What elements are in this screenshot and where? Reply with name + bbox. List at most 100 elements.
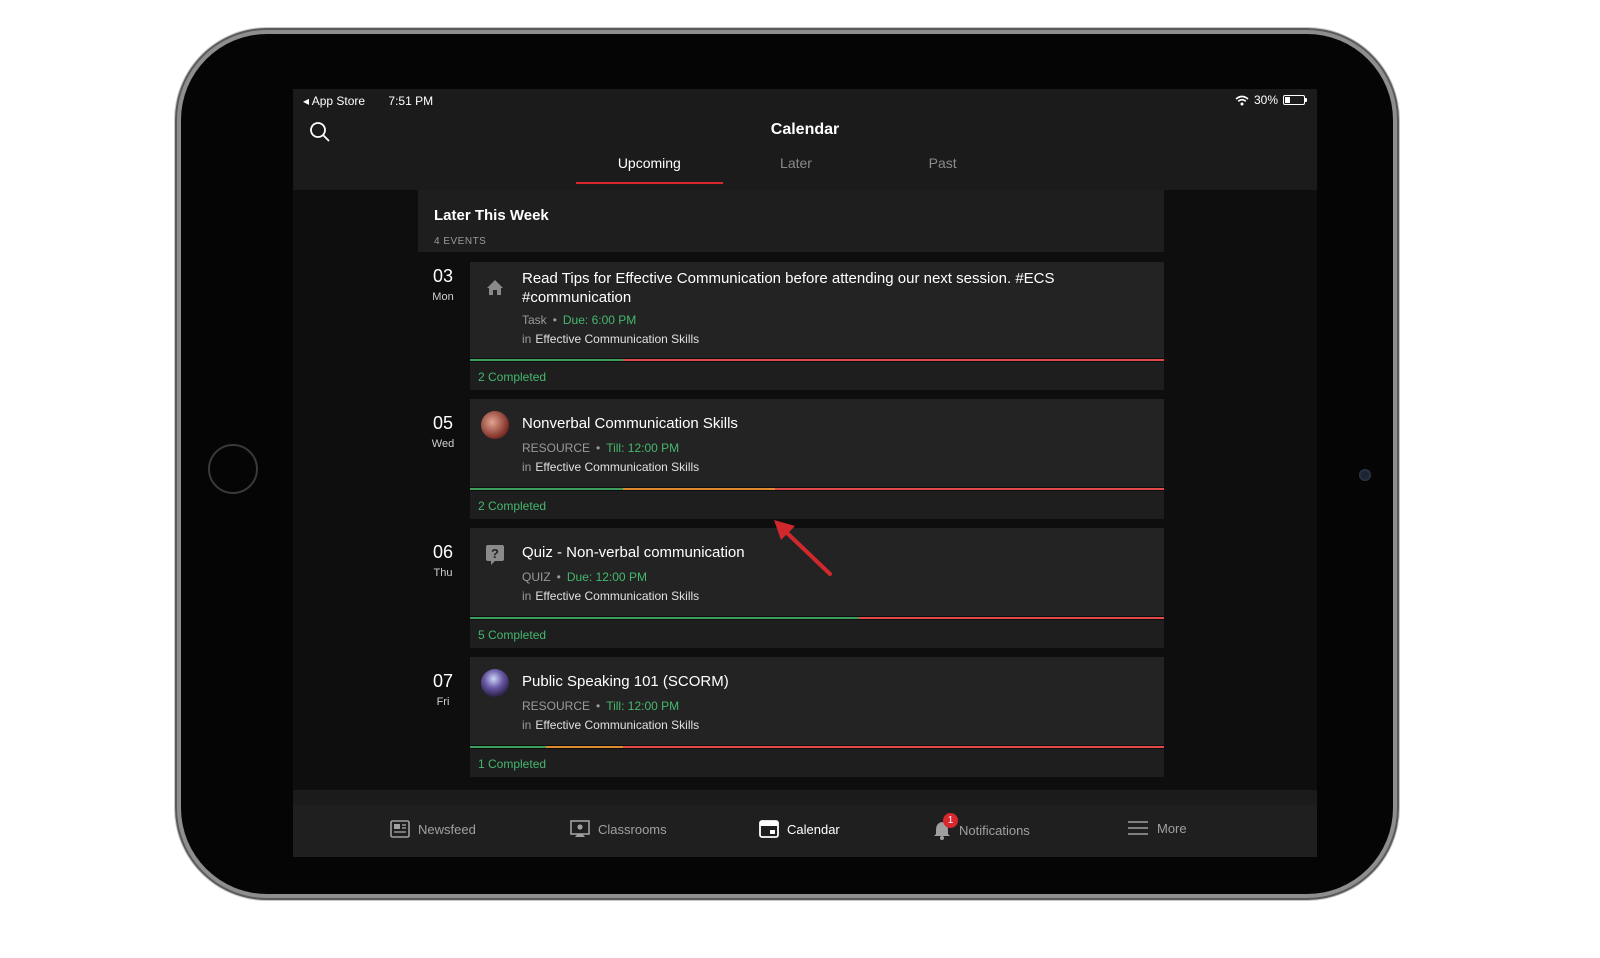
event-course: in Effective Communication Skills xyxy=(522,718,699,732)
nav-classrooms-label: Classrooms xyxy=(598,821,667,837)
classrooms-icon xyxy=(570,820,590,837)
progress-bar xyxy=(470,488,1164,490)
status-time: 7:51 PM xyxy=(388,94,434,108)
event-day: 05 xyxy=(432,413,454,433)
event-meta: RESOURCE • Till: 12:00 PM xyxy=(522,699,680,713)
event-title: Public Speaking 101 (SCORM) xyxy=(522,673,729,690)
nav-calendar[interactable]: Calendar xyxy=(759,820,840,838)
nav-more[interactable]: More xyxy=(1127,820,1187,836)
completed-count[interactable]: 5 Completed xyxy=(470,620,1164,648)
event-course: in Effective Communication Skills xyxy=(522,589,699,603)
calendar-tabs: Upcoming Later Past xyxy=(576,155,1016,184)
event-item: 06 Thu ? Quiz - Non-verbal communication… xyxy=(418,528,1164,648)
completed-label: 2 Completed xyxy=(478,499,547,513)
event-card[interactable]: Nonverbal Communication Skills RESOURCE •… xyxy=(470,399,1164,487)
nav-notifications[interactable]: 1 Notifications xyxy=(933,813,1030,840)
event-meta: QUIZ • Due: 12:00 PM xyxy=(522,570,647,584)
app-screen: ◂ App Store 7:51 PM 30% Calendar Upcomin… xyxy=(293,89,1317,857)
event-meta: RESOURCE • Till: 12:00 PM xyxy=(522,441,680,455)
menu-icon xyxy=(1128,821,1148,835)
event-title: Read Tips for Effective Communication be… xyxy=(522,270,1055,306)
battery-percent: 30% xyxy=(1253,93,1278,107)
event-date: 07 Fri xyxy=(418,671,468,708)
event-date: 05 Wed xyxy=(418,413,468,450)
newsfeed-icon xyxy=(390,820,410,838)
course-link[interactable]: Effective Communication Skills xyxy=(535,718,699,732)
event-day: 06 xyxy=(432,542,454,562)
event-card[interactable]: Public Speaking 101 (SCORM) RESOURCE • Til… xyxy=(470,657,1164,745)
bottom-nav: Newsfeed Classrooms Calendar 1 Notificat… xyxy=(293,805,1317,857)
events-count: 4 EVENTS xyxy=(434,236,487,247)
course-link[interactable]: Effective Communication Skills xyxy=(535,589,699,603)
event-date: 03 Mon xyxy=(418,266,468,303)
tab-later[interactable]: Later xyxy=(723,155,870,183)
event-time-label: Due: xyxy=(562,313,589,327)
event-item: 07 Fri Public Speaking 101 (SCORM) RESOU… xyxy=(418,657,1164,777)
event-weekday: Wed xyxy=(431,438,455,450)
event-weekday: Thu xyxy=(433,567,453,579)
event-weekday: Fri xyxy=(436,696,450,708)
event-time: 12:00 PM xyxy=(627,699,680,713)
event-type: Task xyxy=(522,313,547,327)
events-column: Later This Week 4 EVENTS 03 Mon Read Tip… xyxy=(418,190,1164,790)
section-header: Later This Week 4 EVENTS xyxy=(418,190,1164,252)
back-to-app-link[interactable]: ◂ App Store xyxy=(303,94,375,108)
wifi-icon xyxy=(1235,95,1249,105)
progress-bar xyxy=(470,359,1164,361)
course-link[interactable]: Effective Communication Skills xyxy=(535,460,699,474)
completed-count[interactable]: 2 Completed xyxy=(470,491,1164,519)
tab-upcoming[interactable]: Upcoming xyxy=(576,155,723,184)
event-time-label: Due: xyxy=(566,570,593,584)
completed-count[interactable]: 2 Completed xyxy=(470,362,1164,390)
event-weekday: Mon xyxy=(432,291,454,303)
tab-past[interactable]: Past xyxy=(869,155,1016,183)
notification-badge: 1 xyxy=(943,813,958,828)
nav-newsfeed[interactable]: Newsfeed xyxy=(390,820,476,838)
status-bar: ◂ App Store 7:51 PM 30% xyxy=(293,89,1317,111)
event-type: QUIZ xyxy=(522,570,551,584)
calendar-icon xyxy=(759,820,779,838)
event-card[interactable]: Read Tips for Effective Communication be… xyxy=(470,262,1164,358)
event-time: 12:00 PM xyxy=(595,570,647,584)
completed-label: 5 Completed xyxy=(478,628,547,642)
progress-bar xyxy=(470,617,1164,619)
course-link[interactable]: Effective Communication Skills xyxy=(535,332,699,346)
nav-calendar-label: Calendar xyxy=(787,821,840,837)
event-time: 6:00 PM xyxy=(591,313,637,327)
course-prefix: in xyxy=(522,589,532,603)
event-time: 12:00 PM xyxy=(627,441,680,455)
nav-newsfeed-label: Newsfeed xyxy=(418,821,476,837)
events-scroll-area[interactable]: Later This Week 4 EVENTS 03 Mon Read Tip… xyxy=(293,190,1317,790)
event-title: Nonverbal Communication Skills xyxy=(522,415,738,432)
event-meta: Task • Due: 6:00 PM xyxy=(522,313,637,327)
back-app-label: App Store xyxy=(311,94,366,108)
completed-label: 2 Completed xyxy=(478,370,547,384)
resource-thumbnail-icon xyxy=(481,669,509,697)
course-prefix: in xyxy=(522,718,532,732)
event-day: 07 xyxy=(432,671,454,691)
section-title: Later This Week xyxy=(434,207,549,224)
completed-label: 1 Completed xyxy=(478,757,547,771)
resource-thumbnail-icon xyxy=(481,411,509,439)
completed-count[interactable]: 1 Completed xyxy=(470,749,1164,777)
event-item: 03 Mon Read Tips for Effective Communica… xyxy=(418,262,1164,390)
page-title: Calendar xyxy=(770,121,840,138)
nav-classrooms[interactable]: Classrooms xyxy=(570,820,667,838)
event-card[interactable]: ? Quiz - Non-verbal communication QUIZ • D… xyxy=(470,528,1164,616)
event-time-label: Till: xyxy=(606,441,625,455)
battery-icon xyxy=(1283,95,1307,105)
event-day: 03 xyxy=(432,266,454,286)
nav-notifications-label: Notifications xyxy=(959,822,1030,838)
event-type: RESOURCE xyxy=(522,699,591,713)
svg-text:?: ? xyxy=(491,546,499,561)
front-camera xyxy=(1359,469,1371,481)
event-course: in Effective Communication Skills xyxy=(522,332,699,346)
event-title: Quiz - Non-verbal communication xyxy=(522,544,745,561)
event-item: 05 Wed Nonverbal Communication Skills RE… xyxy=(418,399,1164,519)
event-type: RESOURCE xyxy=(522,441,591,455)
event-date: 06 Thu xyxy=(418,542,468,579)
progress-bar xyxy=(470,746,1164,748)
home-button[interactable] xyxy=(208,444,258,494)
course-prefix: in xyxy=(522,460,532,474)
event-time-label: Till: xyxy=(606,699,625,713)
